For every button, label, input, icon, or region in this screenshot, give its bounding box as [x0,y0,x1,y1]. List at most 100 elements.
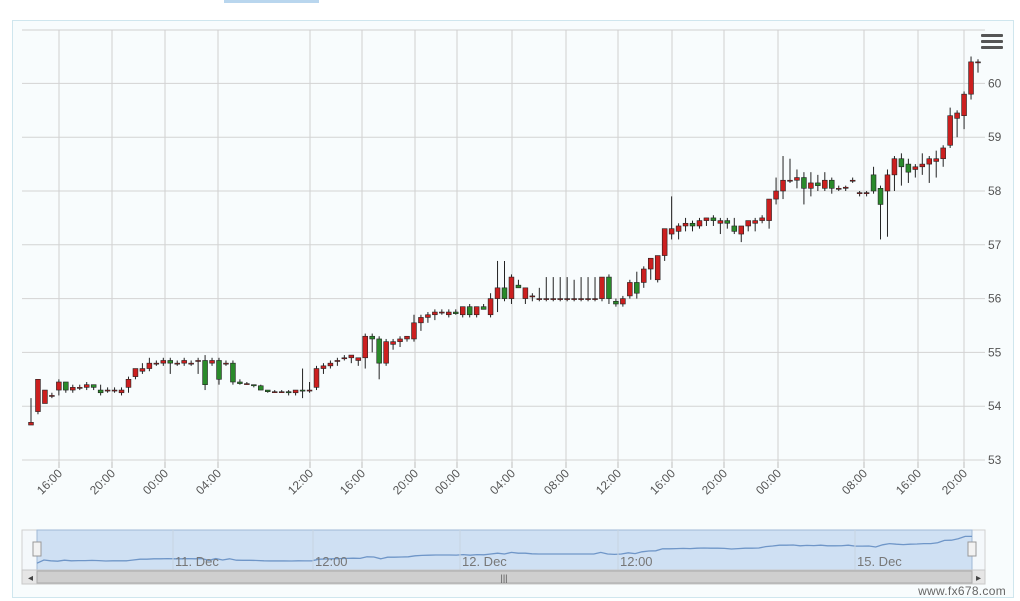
candle-body [70,387,76,391]
y-tick-label: 54 [988,399,1002,413]
candle-body [341,357,348,360]
scrollbar-grip-icon: ||| [500,573,507,583]
navigator-label: 15. Dec [857,554,902,569]
y-tick-label: 59 [988,130,1002,144]
candle-body [675,225,682,232]
x-tick-label: 16:00 [337,466,368,497]
candle-body [564,298,570,300]
candle-body [278,391,285,393]
candle-body [285,391,292,394]
candle-body [585,298,591,300]
candle-body [362,335,368,359]
candle-body [292,389,299,394]
candle-body [940,147,946,160]
candle-body [703,217,710,221]
candle-body [933,158,939,162]
candle-body [313,368,320,388]
y-axis-ticks: 53 54 55 56 57 58 59 60 [988,76,1002,467]
candle-body [606,276,612,299]
candle-body [815,182,821,186]
candle-body [56,381,62,391]
x-tick-label: 00:00 [140,466,171,497]
x-tick-label: 20:00 [390,466,421,497]
candle-body [856,192,863,194]
candle-body [202,360,208,385]
candle-body [63,381,69,391]
candle-body [446,311,452,316]
candle-body [237,381,243,384]
x-tick-label: 12:00 [285,466,316,497]
candle-body [376,338,382,364]
candle-body [752,220,758,224]
candle-body [459,306,466,316]
x-tick-label: 08:00 [839,466,870,497]
candle-body [661,228,668,256]
candle-body [125,378,132,388]
candle-body [745,220,751,227]
candle-body [258,385,264,391]
candle-body [230,362,236,383]
candle-body [578,298,584,300]
navigator-right-handle[interactable] [967,541,977,557]
candle-body [42,389,48,404]
navigator-left-handle[interactable] [32,541,42,557]
candle-body [947,115,953,146]
candle-body [926,158,932,165]
candle-body [954,112,960,119]
y-tick-label: 60 [988,76,1002,90]
navigator-label: 12:00 [620,554,653,569]
candle-body [104,389,111,392]
x-axis-ticks: 16:00 20:00 00:00 04:00 12:00 16:00 20:00 00:00… [34,462,970,497]
candle-body [599,276,605,299]
candle-body [808,182,814,189]
candle-body [97,389,104,394]
navigator-label: 12:00 [315,554,348,569]
candle-body [111,389,118,392]
candle-body [411,322,417,340]
x-tick-label: 00:00 [432,466,463,497]
candle-body [418,317,424,324]
candle-body [842,186,849,189]
candle-body [780,179,786,192]
candle-body [299,389,306,392]
candle-body [153,362,160,365]
candle-body [766,198,772,221]
candlestick-chart: 53 54 55 56 57 58 59 60 16:00 20:00 00:00 04:00 12:… [21,29,1002,585]
candle-body [543,298,550,300]
y-tick-label: 55 [988,345,1002,359]
candle-body [647,257,654,270]
candle-body [682,222,689,227]
candle-body [654,255,661,281]
candle-body [404,335,410,340]
candle-body [383,341,389,364]
x-tick-label: 20:00 [699,466,730,497]
navigator[interactable]: 11. Dec 12:00 12. Dec 12:00 15. Dec ||| ◂ ▸ [21,529,986,585]
candle-body [634,282,640,294]
candle-body [898,158,905,168]
candle-body [557,298,563,300]
candle-body [536,298,543,300]
candle-body [397,338,403,342]
candle-body [710,217,717,221]
candle-body [77,387,83,389]
candle-body [759,217,765,221]
candle-body [571,298,577,300]
candle-body [891,158,898,176]
candle-body [306,389,313,392]
x-tick-label: 04:00 [193,466,224,497]
x-tick-label: 16:00 [893,466,924,497]
hamburger-menu-icon[interactable] [981,34,1003,52]
candle-body [822,179,828,189]
candle-body [195,360,201,362]
scroll-left-arrow-icon[interactable]: ◂ [28,573,33,584]
candle-body [480,306,487,310]
candle-body [209,360,215,364]
candle-body [28,422,34,426]
scroll-right-arrow-icon[interactable]: ▸ [976,573,981,584]
candles [28,56,981,426]
candle-body [327,362,334,367]
candle-body [432,311,438,316]
candle-body [355,357,362,361]
candle-body [522,287,529,299]
candle-body [627,282,633,297]
